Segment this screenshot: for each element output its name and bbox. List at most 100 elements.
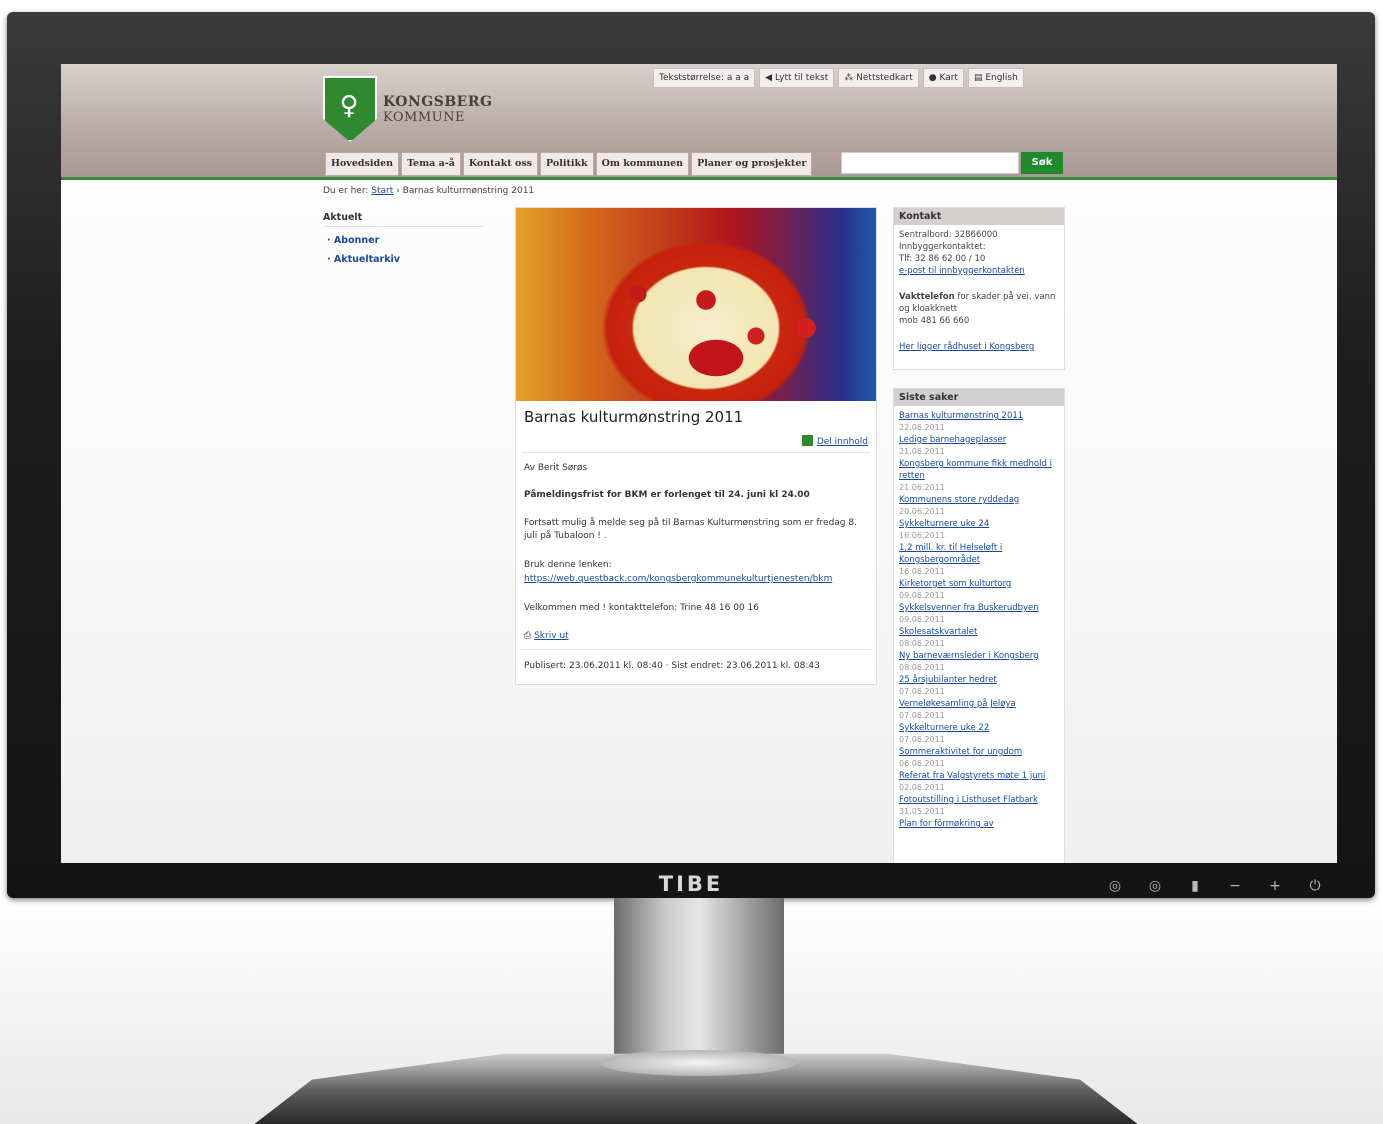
- breadcrumb-prefix: Du er her:: [323, 186, 369, 196]
- contact-line-1: Sentralbord: 32866000: [899, 230, 998, 240]
- news-item-date: 16.06.2011: [899, 531, 945, 540]
- map-tool[interactable]: ● Kart: [922, 68, 964, 88]
- news-item-link[interactable]: Ledige barnehageplasser: [899, 434, 1059, 446]
- news-item-date: 21.06.2011: [899, 447, 945, 456]
- printer-icon: ⎙: [524, 631, 535, 641]
- left-menu-heading: Aktuelt: [323, 209, 483, 227]
- share-label: Del innhold: [816, 437, 868, 447]
- english-tool[interactable]: ▤ English: [967, 68, 1024, 88]
- vakt-bold: Vakttelefon: [899, 292, 955, 302]
- monitor-stand-joint: [600, 1050, 796, 1076]
- map-label: Kart: [939, 73, 958, 83]
- share-link[interactable]: Del innhold: [801, 435, 868, 447]
- town-hall-map-link[interactable]: Her ligger rådhuset i Kongsberg: [899, 342, 1034, 352]
- news-box: Siste saker Barnas kulturmønstring 2011 2…: [893, 388, 1065, 863]
- news-item-link[interactable]: Sykkelturnere uke 24: [899, 518, 1059, 530]
- news-item-date: 08.06.2011: [899, 639, 945, 648]
- header-divider: [61, 177, 1337, 180]
- nav-item-planer[interactable]: Planer og prosjekter: [691, 152, 813, 176]
- news-item-date: 31.05.2011: [899, 807, 945, 816]
- speaker-icon: ◀: [765, 73, 775, 83]
- menu-button-icon[interactable]: ◎: [1107, 878, 1123, 894]
- news-item-link[interactable]: Kirketorget som kulturtorg: [899, 578, 1059, 590]
- coat-of-arms-icon: ♀: [323, 76, 377, 142]
- news-item-date: 22.06.2011: [899, 423, 945, 432]
- news-item-date: 09.06.2011: [899, 615, 945, 624]
- news-item-link[interactable]: Skolesatskvartalet: [899, 626, 1059, 638]
- news-item-date: 07.06.2011: [899, 687, 945, 696]
- news-item-date: 06.06.2011: [899, 759, 945, 768]
- breadcrumb-start-link[interactable]: Start: [371, 186, 393, 196]
- meta-divider: [522, 649, 870, 650]
- plus-button-icon[interactable]: +: [1267, 878, 1283, 894]
- print-link[interactable]: Skriv ut: [534, 631, 569, 641]
- news-heading: Siste saker: [894, 389, 1064, 406]
- questback-link[interactable]: https://web.questback.com/kongsbergkommu…: [524, 574, 832, 584]
- monitor-screen: ♀ KONGSBERG KOMMUNE Tekststørrelse: a a …: [61, 64, 1337, 863]
- nav-item-hovedsiden[interactable]: Hovedsiden: [325, 152, 400, 176]
- news-item-link[interactable]: Sommeraktivitet for ungdom: [899, 746, 1059, 758]
- news-item-link[interactable]: Fotoutstilling i Listhuset Flatbark: [899, 794, 1059, 806]
- news-item-link[interactable]: 25 årsjubilanter hedret: [899, 674, 1059, 686]
- vakt-phone: mob 481 66 660: [899, 316, 970, 326]
- abonner-label: Abonner: [333, 235, 380, 246]
- article-author: Av Berit Sørøs: [524, 463, 588, 473]
- contact-heading: Kontakt: [894, 208, 1064, 225]
- english-label: English: [985, 73, 1018, 83]
- breadcrumb: Du er her: Start › Barnas kulturmønstrin…: [323, 186, 534, 196]
- contact-line-2: Innbyggerkontaktet:: [899, 242, 986, 252]
- monitor-controls: ◎ ◎ ▮ − + ⏻: [1107, 878, 1323, 894]
- article-title: Barnas kulturmønstring 2011: [524, 408, 744, 426]
- power-button-icon[interactable]: ⏻: [1307, 878, 1323, 894]
- monitor-neck: [614, 898, 784, 1068]
- nav-item-politikk[interactable]: Politikk: [540, 152, 594, 176]
- article-meta: Publisert: 23.06.2011 kl. 08:40 · Sist e…: [524, 661, 820, 671]
- article: Barnas kulturmønstring 2011 Del innhold …: [515, 207, 877, 685]
- news-item-link[interactable]: Sykkelsvenner fra Buskerudbyen: [899, 602, 1059, 614]
- contact-email-link[interactable]: e-post til innbyggerkontakten: [899, 266, 1025, 276]
- sitemap-tool[interactable]: ⁂ Nettstedkart: [838, 68, 919, 88]
- article-paragraph-2: Bruk denne lenken:: [524, 560, 612, 570]
- site-logo[interactable]: ♀ KONGSBERG KOMMUNE: [323, 76, 492, 142]
- news-list: Barnas kulturmønstring 2011 22.06.2011 Led…: [894, 406, 1064, 834]
- vakt-text: Vakttelefon for skader på vei, vann og k…: [899, 291, 1059, 315]
- news-item-link[interactable]: Verneløkesamling på Jeløya: [899, 698, 1059, 710]
- news-item-link[interactable]: 1,2 mill. kr. til Helseløft i Kongsbergo…: [899, 542, 1059, 566]
- minus-button-icon[interactable]: −: [1227, 878, 1243, 894]
- news-item-date: 07.06.2011: [899, 711, 945, 720]
- search-input[interactable]: [841, 152, 1019, 174]
- news-item-link[interactable]: Plan for fôrmøkring av: [899, 818, 1059, 830]
- news-item-date: 16.06.2011: [899, 567, 945, 576]
- news-item-link[interactable]: Kongsberg kommune fikk medhold i retten: [899, 458, 1059, 482]
- article-lead: Påmeldingsfrist for BKM er forlenget til…: [524, 490, 810, 500]
- contact-body: Sentralbord: 32866000 Innbyggerkontaktet…: [894, 225, 1064, 369]
- text-size-tool[interactable]: Tekststørrelse: a a a: [653, 68, 756, 88]
- left-menu-abonner[interactable]: · Abonner: [327, 235, 483, 246]
- news-item-link[interactable]: Ny barneværnsleder i Kongsberg: [899, 650, 1059, 662]
- news-item-link[interactable]: Kommunens store ryddedag: [899, 494, 1059, 506]
- nav-item-om-kommunen[interactable]: Om kommunen: [595, 152, 690, 176]
- news-item-date: 09.06.2011: [899, 591, 945, 600]
- pip-button-icon[interactable]: ▮: [1187, 878, 1203, 894]
- news-item-date: 20.06.2011: [899, 507, 945, 516]
- search-button[interactable]: Søk: [1021, 152, 1063, 174]
- news-item-link[interactable]: Referat fra Valgstyrets møte 1 juni: [899, 770, 1059, 782]
- input-button-icon[interactable]: ◎: [1147, 878, 1163, 894]
- left-menu-aktueltarkiv[interactable]: · Aktueltarkiv: [327, 254, 483, 265]
- breadcrumb-current: Barnas kulturmønstring 2011: [402, 186, 535, 196]
- print-row: ⎙ Skriv ut: [524, 630, 868, 643]
- nav-item-tema[interactable]: Tema a-å: [401, 152, 461, 176]
- nav-item-kontakt[interactable]: Kontakt oss: [462, 152, 539, 176]
- monitor-bezel: ♀ KONGSBERG KOMMUNE Tekststørrelse: a a …: [7, 12, 1375, 898]
- news-item-date: 02.06.2011: [899, 783, 945, 792]
- logo-line-2: KOMMUNE: [383, 109, 465, 125]
- listen-tool[interactable]: ◀ Lytt til tekst: [759, 68, 835, 88]
- news-item-date: 07.06.2011: [899, 735, 945, 744]
- listen-label: Lytt til tekst: [774, 73, 829, 83]
- news-item-link[interactable]: Barnas kulturmønstring 2011: [899, 410, 1059, 422]
- globe-icon: ●: [928, 73, 940, 83]
- top-toolbar: Tekststørrelse: a a a ◀ Lytt til tekst ⁂…: [653, 68, 1024, 88]
- article-divider: [522, 452, 870, 453]
- article-paragraph-1: Fortsatt mulig å melde seg på til Barnas…: [524, 518, 857, 541]
- news-item-link[interactable]: Sykkelturnere uke 22: [899, 722, 1059, 734]
